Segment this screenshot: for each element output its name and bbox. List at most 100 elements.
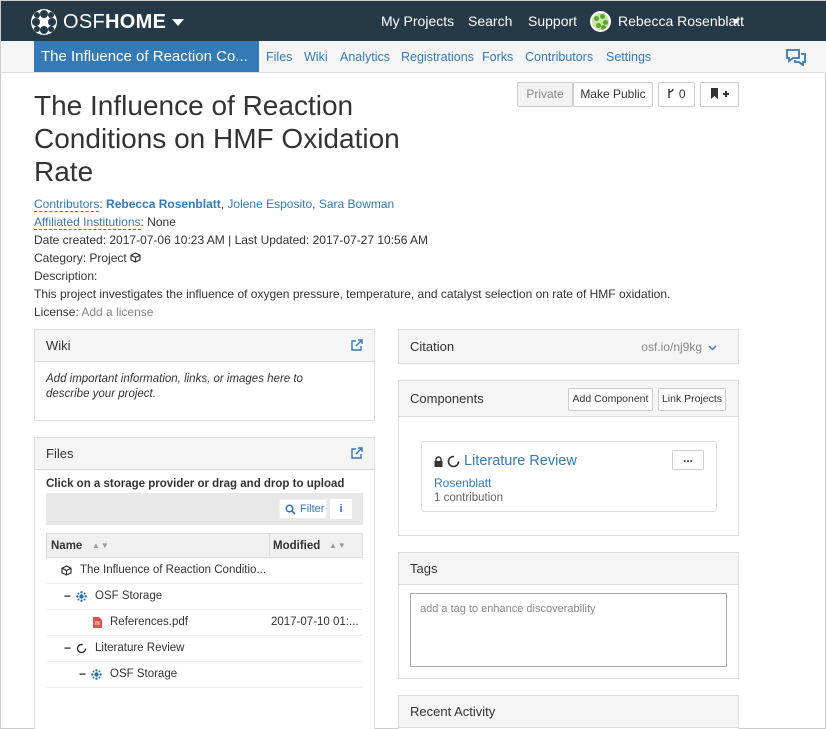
recent-activity-title: Recent Activity [410, 704, 496, 719]
file-name: Literature Review [95, 642, 185, 654]
brand-name: OSFHOME [63, 10, 167, 33]
osf-storage-icon [76, 591, 87, 602]
affiliated-value: : None [140, 215, 176, 229]
make-public-button[interactable]: Make Public [573, 82, 653, 107]
files-panel-title: Files [46, 446, 74, 461]
bookmark-button[interactable] [700, 82, 739, 107]
contributor-link[interactable]: Jolene Esposito [227, 197, 312, 211]
component-author-link[interactable]: Rosenblatt [434, 476, 491, 490]
nav-support[interactable]: Support [528, 13, 577, 29]
components-panel: Components Add Component Link Projects L… [398, 380, 739, 536]
file-row[interactable]: − Literature Review [46, 636, 363, 662]
file-row[interactable]: References.pdf 2017-07-10 01:... [46, 610, 363, 636]
collapse-icon[interactable]: − [79, 667, 86, 681]
recent-activity-header: Recent Activity [399, 696, 738, 728]
collapse-icon[interactable]: − [64, 589, 71, 603]
contributor-link[interactable]: Rebecca Rosenblatt [106, 197, 221, 211]
wiki-panel: Wiki Add important information, links, o… [34, 329, 375, 421]
tags-panel-title: Tags [410, 561, 438, 576]
pdf-file-icon [93, 617, 102, 628]
file-name: The Influence of Reaction Conditio... [80, 564, 267, 576]
category-line: Category: Project [34, 251, 141, 265]
dates-line: Date created: 2017-07-06 10:23 AM | Last… [34, 233, 429, 247]
column-modified[interactable]: Modified [273, 540, 320, 552]
component-circle-icon [447, 455, 460, 468]
external-link-icon[interactable] [351, 447, 363, 459]
add-license-link[interactable]: Add a license [81, 305, 153, 319]
license-line: License: Add a license [34, 305, 154, 319]
user-menu[interactable]: Rebecca Rosenblatt [618, 13, 744, 29]
files-toolbar: Filter i [46, 493, 363, 525]
tag-input[interactable]: add a tag to enhance discoverability [410, 593, 727, 667]
affiliated-label[interactable]: Affiliated Institutions [34, 215, 141, 230]
tab-forks[interactable]: Forks [482, 50, 513, 64]
fork-icon [668, 88, 675, 98]
collapse-icon[interactable]: − [64, 641, 71, 655]
component-card: Literature Review Rosenblatt 1 contribut… [421, 441, 717, 512]
brand-caret-icon [172, 18, 185, 26]
info-button[interactable]: i [330, 499, 352, 519]
osf-logo-icon [31, 9, 57, 35]
link-projects-button[interactable]: Link Projects [658, 388, 726, 411]
file-name: OSF Storage [110, 668, 178, 680]
sort-arrows-icon[interactable]: ▲▼ [92, 541, 110, 550]
contributors-line: Contributors: Rebecca Rosenblatt, Jolene… [34, 197, 395, 212]
tab-analytics[interactable]: Analytics [340, 50, 390, 64]
private-button[interactable]: Private [517, 82, 573, 107]
user-menu-caret-icon[interactable] [732, 19, 740, 24]
project-title-tab[interactable]: The Influence of Reaction Co... [34, 41, 259, 72]
file-name: References.pdf [110, 616, 188, 628]
wiki-panel-title: Wiki [46, 338, 71, 353]
contributor-link[interactable]: Sara Bowman [319, 197, 394, 211]
citation-panel[interactable]: Citation osf.io/nj9kg [398, 329, 739, 364]
osf-storage-icon [91, 669, 102, 680]
citation-panel-header[interactable]: Citation osf.io/nj9kg [399, 330, 738, 363]
component-options-button[interactable]: ... [672, 450, 704, 470]
affiliated-line: Affiliated Institutions: None [34, 215, 176, 230]
filter-button[interactable]: Filter [279, 499, 327, 519]
tags-panel-header: Tags [399, 553, 738, 585]
upload-instruction: Click on a storage provider or drag and … [46, 478, 345, 490]
project-cube-icon [130, 252, 141, 263]
sort-arrows-icon[interactable]: ▲▼ [329, 541, 347, 550]
comments-icon[interactable] [785, 48, 807, 66]
tab-contributors[interactable]: Contributors [525, 50, 593, 64]
file-row[interactable]: − OSF Storage [46, 662, 363, 688]
component-title-link[interactable]: Literature Review [464, 453, 577, 469]
tab-registrations[interactable]: Registrations [401, 50, 474, 64]
description-label: Description: [34, 269, 98, 283]
recent-activity-panel: Recent Activity [398, 695, 739, 729]
nav-my-projects[interactable]: My Projects [381, 13, 454, 29]
components-panel-header: Components Add Component Link Projects [399, 381, 738, 417]
fork-button[interactable]: 0 [658, 82, 695, 107]
component-contribution-count: 1 contribution [434, 492, 504, 504]
wiki-placeholder: Add important information, links, or ima… [46, 373, 303, 400]
file-row[interactable]: − OSF Storage [46, 584, 363, 610]
external-link-icon[interactable] [351, 339, 363, 351]
tag-input-placeholder: add a tag to enhance discoverability [420, 603, 596, 615]
chevron-down-icon[interactable] [708, 345, 717, 351]
fork-count: 0 [678, 87, 686, 101]
top-navbar: OSFHOME My Projects Search Support Rebec… [1, 1, 826, 41]
nav-search[interactable]: Search [468, 13, 512, 29]
project-cube-icon [61, 565, 72, 576]
files-table: Name ▲▼ Modified ▲▼ The Influence of Rea… [46, 533, 363, 688]
lock-icon [434, 456, 443, 467]
search-icon [285, 504, 296, 515]
bookmark-add-icon [710, 88, 729, 99]
page-title: The Influence of Reaction Conditions on … [34, 90, 400, 187]
user-avatar[interactable] [590, 11, 611, 32]
contributors-label[interactable]: Contributors [34, 197, 100, 212]
files-table-header: Name ▲▼ Modified ▲▼ [46, 533, 363, 558]
column-name[interactable]: Name [51, 540, 82, 552]
citation-url: osf.io/nj9kg [641, 340, 702, 354]
osf-home-logo[interactable]: OSFHOME [31, 9, 185, 35]
tab-wiki[interactable]: Wiki [304, 50, 328, 64]
components-panel-title: Components [410, 391, 484, 406]
tab-settings[interactable]: Settings [606, 50, 651, 64]
add-component-button[interactable]: Add Component [568, 388, 653, 411]
file-modified: 2017-07-10 01:... [271, 616, 359, 628]
files-panel: Files Click on a storage provider or dra… [34, 437, 375, 729]
tab-files[interactable]: Files [266, 50, 292, 64]
file-row[interactable]: The Influence of Reaction Conditio... [46, 558, 363, 584]
